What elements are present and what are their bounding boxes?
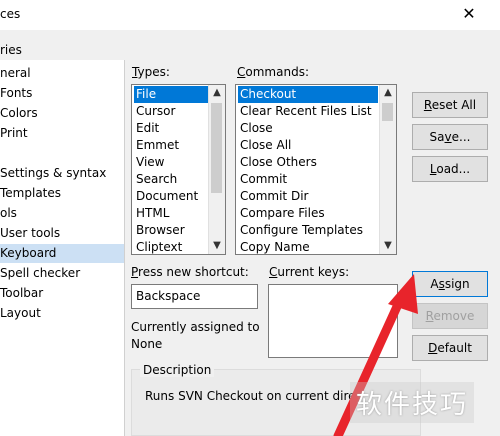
description-text: Runs SVN Checkout on current dire xyxy=(145,389,356,403)
types-item-file[interactable]: File xyxy=(134,86,208,103)
types-item-cliptext[interactable]: Cliptext xyxy=(134,239,182,254)
types-item-cursor[interactable]: Cursor xyxy=(134,103,175,120)
close-icon[interactable]: ✕ xyxy=(458,4,480,24)
title-bar xyxy=(0,0,500,30)
types-item-search[interactable]: Search xyxy=(134,171,177,188)
commands-item-configure-templates[interactable]: Configure Templates xyxy=(238,222,363,239)
commands-item-commit[interactable]: Commit xyxy=(238,171,287,188)
commands-item-copy-name[interactable]: Copy Name xyxy=(238,239,310,254)
category-item-general[interactable]: neral xyxy=(0,64,124,83)
reset-all-button[interactable]: Reset All xyxy=(412,92,488,118)
load-button[interactable]: Load... xyxy=(412,156,488,182)
categories-label: ries xyxy=(0,43,22,57)
types-item-view[interactable]: View xyxy=(134,154,164,171)
category-item-spell-checker[interactable]: Spell checker xyxy=(0,264,124,283)
commands-listbox[interactable]: Checkout Clear Recent Files List Close C… xyxy=(235,84,397,255)
types-item-html[interactable]: HTML xyxy=(134,205,169,222)
types-item-emmet[interactable]: Emmet xyxy=(134,137,179,154)
chevron-down-icon[interactable]: ▼ xyxy=(209,238,225,254)
types-item-edit[interactable]: Edit xyxy=(134,120,159,137)
shortcut-input[interactable]: Backspace xyxy=(131,284,258,309)
press-new-shortcut-label: Press new shortcut: xyxy=(131,265,249,279)
save-button[interactable]: Save... xyxy=(412,124,488,150)
category-item-toolbar[interactable]: Toolbar xyxy=(0,284,124,303)
category-item-keyboard[interactable]: Keyboard xyxy=(0,244,124,263)
category-item-layout[interactable]: Layout xyxy=(0,304,124,323)
window-title: ces xyxy=(0,7,21,21)
currently-assigned-label: Currently assigned to xyxy=(131,320,260,334)
types-scrollbar[interactable]: ▲ ▼ xyxy=(208,85,225,254)
commands-item-clear-recent[interactable]: Clear Recent Files List xyxy=(238,103,372,120)
currently-assigned-value: None xyxy=(131,337,163,351)
category-item-templates[interactable]: Templates xyxy=(0,184,124,203)
category-item-fonts[interactable]: Fonts xyxy=(0,84,124,103)
watermark-text: 软件技巧 xyxy=(350,382,475,423)
commands-label: Commands: xyxy=(237,65,309,79)
categories-list[interactable]: neral Fonts Colors Print Settings & synt… xyxy=(0,60,125,436)
commands-scrollbar[interactable]: ▲ ▼ xyxy=(379,85,396,254)
commands-item-compare-files[interactable]: Compare Files xyxy=(238,205,325,222)
category-item-tools[interactable]: ols xyxy=(0,204,124,223)
types-label: Types: xyxy=(132,65,170,79)
commands-item-close[interactable]: Close xyxy=(238,120,273,137)
description-label: Description xyxy=(140,363,215,377)
category-item-print[interactable]: Print xyxy=(0,124,124,143)
chevron-up-icon[interactable]: ▲ xyxy=(209,85,225,101)
chevron-up-icon[interactable]: ▲ xyxy=(380,85,396,101)
commands-item-commit-dir[interactable]: Commit Dir xyxy=(238,188,308,205)
types-listbox[interactable]: File Cursor Edit Emmet View Search Docum… xyxy=(131,84,226,255)
category-item-colors[interactable]: Colors xyxy=(0,104,124,123)
types-item-document[interactable]: Document xyxy=(134,188,198,205)
commands-item-close-others[interactable]: Close Others xyxy=(238,154,317,171)
commands-item-close-all[interactable]: Close All xyxy=(238,137,291,154)
types-scroll-thumb[interactable] xyxy=(211,103,222,193)
commands-item-checkout[interactable]: Checkout xyxy=(238,86,378,103)
commands-scroll-thumb[interactable] xyxy=(382,103,393,121)
chevron-down-icon[interactable]: ▼ xyxy=(380,238,396,254)
category-item-settings-syntax[interactable]: Settings & syntax xyxy=(0,164,124,183)
category-item-user-tools[interactable]: User tools xyxy=(0,224,124,243)
types-item-browser[interactable]: Browser xyxy=(134,222,185,239)
